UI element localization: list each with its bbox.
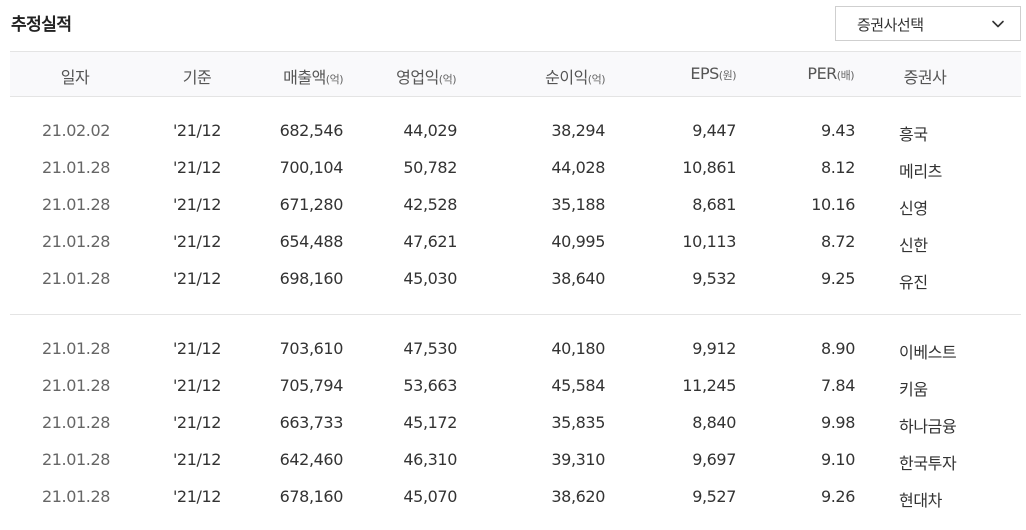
cell-date: 21.01.28 (41, 376, 111, 395)
table-row: 21.01.28'21/12 663,733 45,172 35,835 8,840 9.… (0, 406, 1026, 440)
cell-sales: 698,160 (279, 269, 344, 288)
cell-op-income: 50,782 (403, 158, 457, 177)
cell-date: 21.01.28 (41, 158, 111, 177)
cell-net-income: 35,835 (551, 413, 605, 432)
cell-broker: 신한 (899, 236, 928, 255)
cell-eps: 8,681 (692, 195, 736, 214)
cell-net-income: 39,310 (551, 450, 605, 469)
table-row: 21.01.28'21/12 703,610 47,530 40,180 9,912 8.… (0, 332, 1026, 366)
cell-sales: 678,160 (279, 487, 344, 506)
cell-net-income: 38,294 (551, 121, 605, 140)
cell-eps: 9,912 (692, 339, 736, 358)
cell-date: 21.01.28 (41, 450, 111, 469)
cell-per: 9.26 (820, 487, 855, 506)
cell-net-income: 38,640 (551, 269, 605, 288)
cell-eps: 9,527 (692, 487, 736, 506)
cell-eps: 9,447 (692, 121, 736, 140)
broker-select-label: 증권사선택 (857, 16, 924, 34)
table-row: 21.01.28'21/12 700,104 50,782 44,028 10,861 8… (0, 151, 1026, 185)
col-header-broker: 증권사 (903, 68, 947, 87)
cell-eps: 11,245 (682, 376, 736, 395)
cell-sales: 703,610 (279, 339, 344, 358)
table-row: 21.01.28'21/12 654,488 47,621 40,995 10,113 8… (0, 225, 1026, 259)
col-header-basis: 기준 (182, 68, 212, 87)
cell-per: 9.10 (820, 450, 855, 469)
cell-sales: 700,104 (279, 158, 344, 177)
cell-broker: 이베스트 (899, 343, 957, 362)
cell-op-income: 53,663 (403, 376, 457, 395)
cell-net-income: 40,995 (551, 232, 605, 251)
table-row: 21.01.28'21/12 642,460 46,310 39,310 9,697 9.… (0, 443, 1026, 477)
cell-broker: 키움 (899, 380, 928, 399)
cell-broker: 흥국 (899, 125, 928, 144)
cell-net-income: 35,188 (551, 195, 605, 214)
table-row: 21.01.28'21/12 671,280 42,528 35,188 8,681 10… (0, 188, 1026, 222)
cell-per: 7.84 (820, 376, 855, 395)
cell-broker: 하나금융 (899, 417, 957, 436)
table-row: 21.01.28'21/12 705,794 53,663 45,584 11,245 7… (0, 369, 1026, 403)
cell-per: 9.25 (820, 269, 855, 288)
cell-per: 9.43 (820, 121, 855, 140)
col-header-net-income: 순이익(억) (545, 68, 605, 87)
cell-net-income: 45,584 (551, 376, 605, 395)
cell-net-income: 38,620 (551, 487, 605, 506)
cell-date: 21.01.28 (41, 232, 111, 251)
group-divider (10, 314, 1021, 315)
cell-broker: 유진 (899, 273, 928, 292)
cell-op-income: 45,070 (403, 487, 457, 506)
cell-per: 9.98 (820, 413, 855, 432)
cell-broker: 한국투자 (899, 454, 957, 473)
col-header-date: 일자 (60, 68, 90, 87)
table-row: 21.02.02'21/12 682,546 44,029 38,294 9,447 9.… (0, 114, 1026, 148)
cell-eps: 9,532 (692, 269, 736, 288)
cell-sales: 663,733 (279, 413, 344, 432)
cell-date: 21.01.28 (41, 269, 111, 288)
cell-op-income: 45,030 (403, 269, 457, 288)
col-header-per: PER(배) (807, 64, 854, 83)
cell-date: 21.01.28 (41, 413, 111, 432)
cell-per: 8.90 (820, 339, 855, 358)
cell-eps: 8,840 (692, 413, 736, 432)
cell-sales: 671,280 (279, 195, 344, 214)
cell-sales: 642,460 (279, 450, 344, 469)
cell-broker: 메리츠 (899, 162, 942, 181)
table-row: 21.01.28'21/12 678,160 45,070 38,620 9,527 9.… (0, 480, 1026, 514)
cell-op-income: 47,530 (403, 339, 457, 358)
cell-date: 21.01.28 (41, 487, 111, 506)
col-header-op-income: 영업익(억) (396, 68, 456, 87)
table-row: 21.01.28'21/12 698,160 45,030 38,640 9,532 9.… (0, 262, 1026, 296)
cell-op-income: 45,172 (403, 413, 457, 432)
cell-date: 21.02.02 (41, 121, 111, 140)
cell-eps: 9,697 (692, 450, 736, 469)
col-header-eps: EPS(원) (690, 64, 736, 83)
cell-op-income: 47,621 (403, 232, 457, 251)
cell-broker: 신영 (899, 199, 928, 218)
section-title: 추정실적 (11, 15, 72, 35)
cell-date: 21.01.28 (41, 195, 111, 214)
cell-sales: 705,794 (279, 376, 344, 395)
cell-eps: 10,113 (682, 232, 736, 251)
broker-select-dropdown[interactable]: 증권사선택 (835, 6, 1021, 41)
cell-op-income: 42,528 (403, 195, 457, 214)
col-header-sales: 매출액(억) (283, 68, 343, 87)
cell-eps: 10,861 (682, 158, 736, 177)
cell-per: 10.16 (811, 195, 855, 214)
cell-per: 8.12 (820, 158, 855, 177)
cell-op-income: 44,029 (403, 121, 457, 140)
cell-op-income: 46,310 (403, 450, 457, 469)
cell-date: 21.01.28 (41, 339, 111, 358)
chevron-down-icon (992, 20, 1004, 28)
table-header: 일자 기준 매출액(억) 영업익(억) 순이익(억) EPS(원) PER(배)… (10, 51, 1021, 97)
cell-per: 8.72 (820, 232, 855, 251)
cell-net-income: 44,028 (551, 158, 605, 177)
cell-net-income: 40,180 (551, 339, 605, 358)
cell-broker: 현대차 (899, 491, 942, 510)
cell-sales: 682,546 (279, 121, 344, 140)
cell-sales: 654,488 (279, 232, 344, 251)
